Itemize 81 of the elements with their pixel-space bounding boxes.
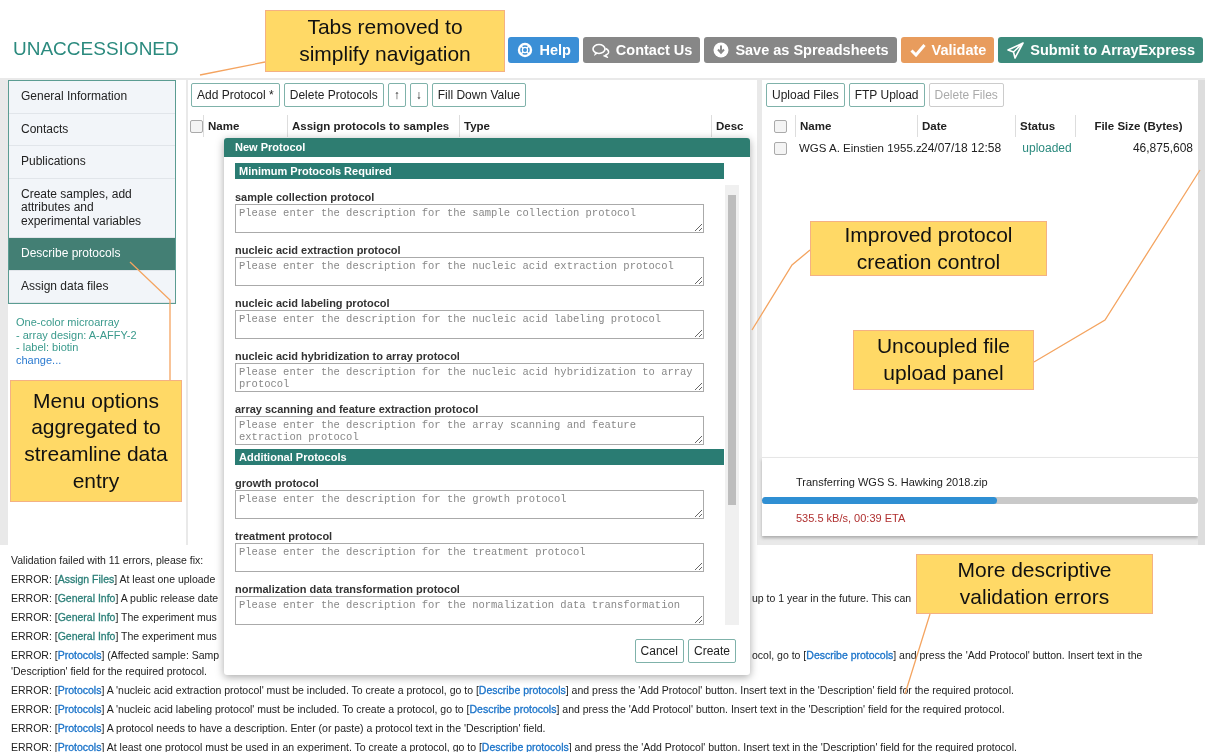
error-message: ERROR: [Protocols] (Affected sample: Samp <box>11 648 220 663</box>
description-field[interactable]: Please enter the description for the nucleic acid hybridization to array protocol <box>235 363 704 392</box>
description-field[interactable]: Please enter the description for the growth protocol <box>235 490 704 519</box>
error-message: ERROR: [Protocols] A 'nucleic acid extraction protocol' must be included. To create a protocol, go to [Describe protocols] and press the 'Add Protocol' button. Insert text in the 'Description' field for the required protocol. <box>11 683 1014 698</box>
chat-bubbles-icon <box>591 42 610 58</box>
table-cell-text: uploaded <box>1021 141 1073 155</box>
column-header: Date <box>917 115 1015 137</box>
error-message: ERROR: [General Info] A public release date <box>11 591 219 606</box>
sidebar-item[interactable]: General Information <box>9 81 175 114</box>
toolbar-button[interactable]: Delete Protocols <box>283 83 384 107</box>
submit-button[interactable]: Submit to ArrayExpress <box>998 37 1203 63</box>
column-header: Name <box>203 115 287 137</box>
error-message: ocol, go to [Describe protocols] and press the 'Add Protocol' button. Insert text in the <box>752 648 1143 663</box>
field-label: normalization data transformation protocol <box>235 584 461 594</box>
toolbar-button[interactable]: ↓ <box>409 83 428 107</box>
contact-button[interactable]: Contact Us <box>582 37 701 63</box>
column-header: Name <box>795 115 917 137</box>
help-button[interactable]: Help <box>508 37 579 63</box>
field-label: sample collection protocol <box>235 192 376 202</box>
validation-summary: Validation failed with 11 errors, please fix: <box>11 553 204 568</box>
leader-line <box>199 61 266 76</box>
error-message: up to 1 year in the future. This can <box>752 591 912 606</box>
error-message: ERROR: [Assign Files] At least one uploade <box>11 572 216 587</box>
annotation-callout: More descriptive validation errors <box>916 554 1153 614</box>
column-header: Status <box>1015 115 1075 137</box>
field-label: treatment protocol <box>235 531 334 541</box>
description-field[interactable]: Please enter the description for the sample collection protocol <box>235 204 704 233</box>
error-message: ERROR: [General Info] The experiment mus <box>11 610 217 625</box>
scrollbar[interactable] <box>725 185 739 625</box>
toolbar-button[interactable]: Fill Down Value <box>431 83 527 107</box>
design-summary-text: - label: biotin <box>16 341 80 354</box>
checkbox[interactable] <box>190 119 203 133</box>
field-label: nucleic acid extraction protocol <box>235 245 402 255</box>
dialog-button[interactable]: Cancel <box>634 639 684 663</box>
design-summary-text: - array design: A-AFFY-2 <box>16 328 138 341</box>
field-label: nucleic acid labeling protocol <box>235 298 391 308</box>
sidebar-item[interactable]: Contacts <box>9 113 175 146</box>
description-field[interactable]: Please enter the description for the treatment protocol <box>235 543 704 572</box>
page-title: UNACCESSIONED <box>13 38 179 60</box>
lifebuoy-icon <box>517 42 534 58</box>
toolbar-button[interactable]: ↑ <box>387 83 406 107</box>
download-circle-icon <box>713 42 730 58</box>
checkbox[interactable] <box>773 141 787 155</box>
checkmark-icon <box>909 43 926 57</box>
sidebar-item[interactable]: Describe protocols <box>9 238 175 271</box>
description-field[interactable]: Please enter the description for the nucleic acid extraction protocol <box>235 257 704 286</box>
column-header: Type <box>459 115 711 137</box>
dialog-title: New Protocol <box>224 138 750 157</box>
error-message: ERROR: [Protocols] A 'nucleic acid labeling protocol' must be included. To create a protocol, go to [Describe protocols] and press the 'Add Protocol' button. Insert text in the 'Description' field for the required protocol. <box>11 702 1005 717</box>
annotation-callout: Uncoupled file upload panel <box>853 330 1034 390</box>
column-header: Assign protocols to samples <box>287 115 459 137</box>
toolbar-button[interactable]: FTP Upload <box>848 83 925 107</box>
toolbar-button[interactable]: Upload Files <box>766 83 845 107</box>
description-field[interactable]: Please enter the description for the nucleic acid labeling protocol <box>235 310 704 339</box>
error-message: ERROR: [Protocols] A protocol needs to have a description. Enter (or paste) a protocol text in the 'Description' field. <box>11 721 546 736</box>
annotation-callout: Menu options aggregated to streamline data entry <box>10 380 182 502</box>
column-header: File Size (Bytes) <box>1075 115 1197 137</box>
annotation-callout: Improved protocol creation control <box>810 221 1047 276</box>
section-header: Additional Protocols <box>235 449 724 465</box>
checkbox[interactable] <box>773 119 787 133</box>
field-label: array scanning and feature extraction protocol <box>235 404 480 414</box>
toolbar-button[interactable]: Add Protocol * <box>191 83 280 107</box>
field-label: growth protocol <box>235 478 320 488</box>
paper-plane-icon <box>1007 41 1025 59</box>
error-message: ERROR: [General Info] The experiment mus <box>11 629 217 644</box>
transfer-label: Transferring WGS S. Hawking 2018.zip <box>795 475 989 488</box>
dialog-button[interactable]: Create <box>687 639 736 663</box>
sidebar-item[interactable]: Assign data files <box>9 270 175 303</box>
change-link[interactable]: change... <box>16 353 178 366</box>
annotation-callout: Tabs removed to simplify navigation <box>265 10 505 72</box>
error-message: 'Description' field for the required protocol. <box>11 665 208 677</box>
sidebar-item[interactable]: Create samples, add attributes and experimental variables <box>9 178 175 238</box>
description-field[interactable]: Please enter the description for the array scanning and feature extraction protocol <box>235 416 704 445</box>
design-summary-text: One-color microarray <box>16 316 121 329</box>
transfer-rate: 535.5 kB/s, 00:39 ETA <box>795 511 907 524</box>
sidebar-item[interactable]: Publications <box>9 146 175 179</box>
section-header: Minimum Protocols Required <box>235 163 724 179</box>
field-label: nucleic acid hybridization to array protocol <box>235 351 461 361</box>
table-cell-text: 46,875,608 <box>1131 141 1194 155</box>
save-button[interactable]: Save as Spreadsheets <box>704 37 897 63</box>
description-field[interactable]: Please enter the description for the normalization data transformation <box>235 596 704 625</box>
